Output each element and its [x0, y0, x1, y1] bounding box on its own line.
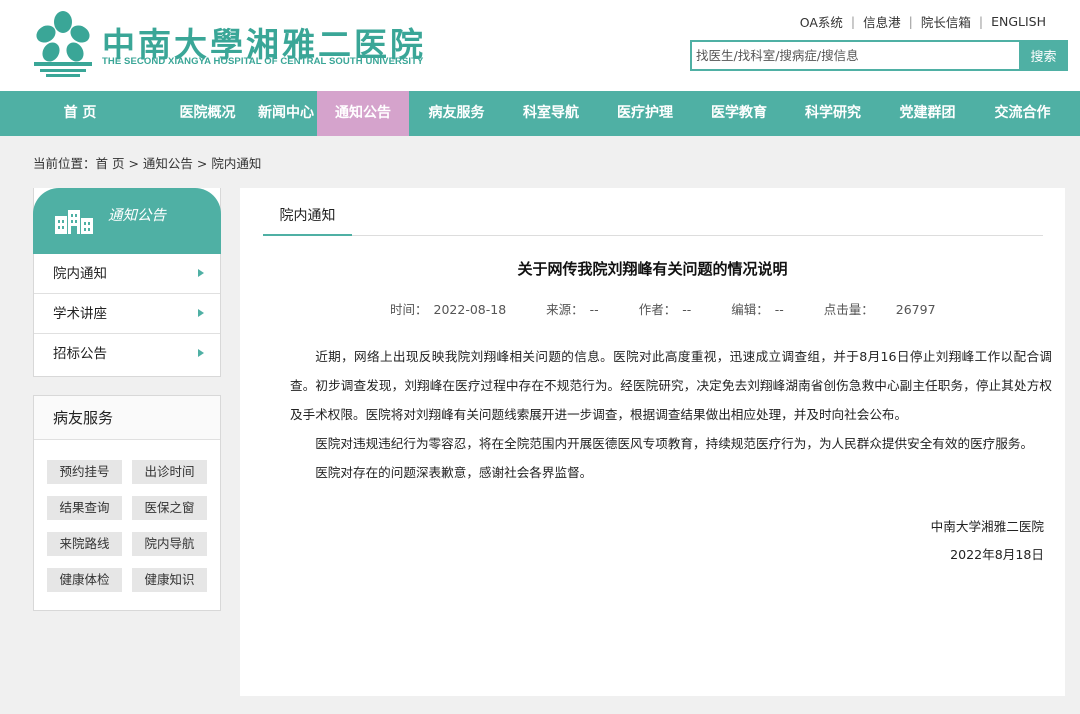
arrow-right-icon	[198, 349, 204, 357]
article-paragraph: 医院对存在的问题深表歉意，感谢社会各界监督。	[315, 465, 593, 480]
sidebar-item-label: 招标公告	[53, 346, 107, 362]
tab-internal-notices[interactable]: 院内通知	[263, 188, 352, 236]
nav-notices[interactable]: 通知公告	[317, 91, 409, 136]
nav-research[interactable]: 科学研究	[786, 91, 880, 136]
article-tabbar: 院内通知	[263, 188, 1043, 236]
site-header: 中南大學湘雅二医院 THE SECOND XIANGYA HOSPITAL OF…	[0, 0, 1080, 91]
building-icon	[55, 210, 93, 234]
meta-source-label: 来源：	[546, 302, 584, 317]
english-link[interactable]: ENGLISH	[991, 14, 1046, 29]
signature-date: 2022年8月18日	[950, 547, 1044, 562]
divider: |	[908, 14, 913, 29]
top-links: OA系统 | 信息港 | 院长信箱 | ENGLISH	[800, 12, 1046, 31]
nav-about[interactable]: 医院概况	[160, 91, 255, 136]
service-schedule-button[interactable]: 出诊时间	[132, 460, 207, 484]
meta-clicks-label: 点击量：	[823, 302, 874, 317]
nav-exchange[interactable]: 交流合作	[975, 91, 1070, 136]
meta-editor-label: 编辑：	[731, 302, 769, 317]
article-title: 关于网传我院刘翔峰有关问题的情况说明	[517, 260, 788, 278]
nav-home[interactable]: 首 页	[0, 91, 160, 136]
meta-author-label: 作者：	[638, 302, 677, 317]
meta-time: 2022-08-18	[433, 302, 507, 317]
article-paragraph: 医院对违规违纪行为零容忍，将在全院范围内开展医德医风专项教育，持续规范医疗行为，…	[315, 436, 1034, 451]
nav-education[interactable]: 医学教育	[692, 91, 786, 136]
meta-author: --	[682, 302, 692, 317]
flower-emblem-icon	[34, 11, 92, 77]
sidebar-item-internal-notices[interactable]: 院内通知	[34, 254, 220, 294]
service-checkup-button[interactable]: 健康体检	[47, 568, 122, 592]
services-title: 病友服务	[34, 396, 220, 440]
service-results-button[interactable]: 结果查询	[47, 496, 122, 520]
hospital-logo[interactable]: 中南大學湘雅二医院 THE SECOND XIANGYA HOSPITAL OF…	[30, 8, 430, 84]
search-bar: 搜索	[690, 40, 1068, 71]
nav-departments[interactable]: 科室导航	[504, 91, 598, 136]
arrow-right-icon	[198, 269, 204, 277]
service-directions-button[interactable]: 来院路线	[47, 532, 122, 556]
article-meta: 时间： 2022-08-18 来源： -- 作者： -- 编辑： -- 点击量： 2679…	[390, 299, 936, 318]
nav-party[interactable]: 党建群团	[880, 91, 975, 136]
divider: |	[850, 14, 856, 29]
service-health-knowledge-button[interactable]: 健康知识	[132, 568, 207, 592]
nav-medical-care[interactable]: 医疗护理	[598, 91, 692, 136]
logo-english-name: THE SECOND XIANGYA HOSPITAL OF CENTRAL S…	[102, 56, 424, 67]
service-insurance-button[interactable]: 医保之窗	[132, 496, 207, 520]
sidebar-notices: 通知公告 院内通知 学术讲座 招标公告	[33, 188, 221, 377]
meta-source: --	[589, 302, 599, 317]
divider: |	[978, 14, 984, 29]
search-button[interactable]: 搜索	[1019, 40, 1068, 71]
arrow-right-icon	[198, 309, 204, 317]
sidebar-item-label: 学术讲座	[53, 306, 107, 322]
article-paragraph: 近期，网络上出现反映我院刘翔峰相关问题的信息。医院对此高度重视，迅速成立调查组，…	[290, 349, 1052, 422]
article-body: 近期，网络上出现反映我院刘翔峰相关问题的信息。医院对此高度重视，迅速成立调查组，…	[290, 342, 1052, 487]
services-grid: 预约挂号 出诊时间 结果查询 医保之窗 来院路线 院内导航 健康体检 健康知识	[47, 460, 209, 592]
service-appointment-button[interactable]: 预约挂号	[47, 460, 122, 484]
oa-system-link[interactable]: OA系统	[800, 12, 843, 31]
sidebar-item-tenders[interactable]: 招标公告	[34, 334, 220, 374]
search-input[interactable]	[690, 40, 1019, 71]
signature-org: 中南大学湘雅二医院	[930, 519, 1044, 534]
sidebar-title: 通知公告	[108, 208, 166, 224]
article-panel: 院内通知 关于网传我院刘翔峰有关问题的情况说明 时间： 2022-08-18 来源…	[240, 188, 1065, 696]
meta-clicks: 26797	[895, 302, 936, 317]
nav-news[interactable]: 新闻中心	[255, 91, 317, 136]
info-port-link[interactable]: 信息港	[863, 12, 901, 31]
meta-time-label: 时间：	[390, 302, 428, 317]
nav-patient-services[interactable]: 病友服务	[409, 91, 504, 136]
breadcrumb: 当前位置：首 页 > 通知公告 > 院内通知	[33, 156, 262, 171]
meta-editor: --	[774, 302, 784, 317]
sidebar-header: 通知公告	[33, 188, 221, 254]
sidebar-item-label: 院内通知	[53, 266, 107, 282]
sidebar-item-lectures[interactable]: 学术讲座	[34, 294, 220, 334]
article-signature: 中南大学湘雅二医院 2022年8月18日	[931, 513, 1044, 569]
sidebar-list: 院内通知 学术讲座 招标公告	[34, 254, 220, 374]
main-nav: 首 页 医院概况 新闻中心 通知公告 病友服务 科室导航 医疗护理 医学教育 科…	[0, 91, 1080, 136]
president-mailbox-link[interactable]: 院长信箱	[921, 12, 971, 31]
service-navigation-button[interactable]: 院内导航	[132, 532, 207, 556]
sidebar-patient-services: 病友服务 预约挂号 出诊时间 结果查询 医保之窗 来院路线 院内导航 健康体检 …	[33, 395, 221, 611]
